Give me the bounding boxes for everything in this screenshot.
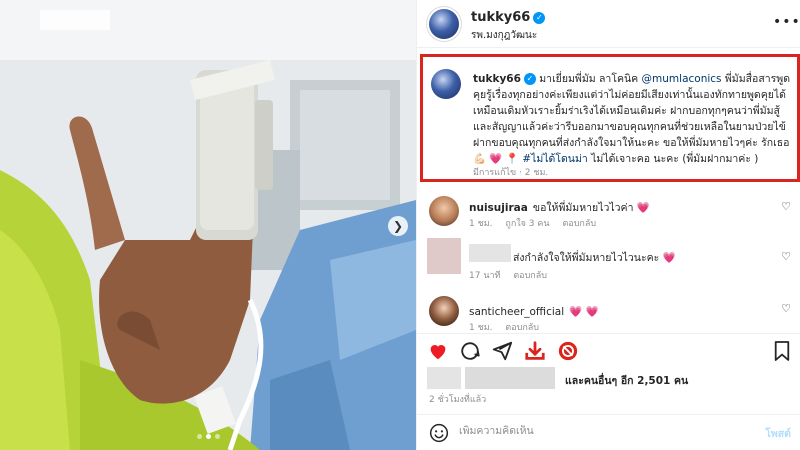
carousel-dot [214, 434, 220, 439]
comment-icon[interactable] [459, 340, 481, 362]
like-heart-icon[interactable] [427, 340, 449, 362]
comment-text: 💗 💗 [569, 306, 599, 318]
repost-icon[interactable] [557, 340, 579, 362]
caption-avatar[interactable] [431, 69, 461, 99]
download-icon[interactable] [523, 340, 547, 362]
verified-badge-icon: ✓ [523, 73, 536, 85]
liker-avatar-redacted [427, 367, 461, 389]
comment-item: ส่งกำลังใจให้พี่มัมหายไวไวนะคะ 💗 17 นาที… [417, 236, 800, 282]
caption-text-part2: พี่มัมสื่อสารพูดคุยรู้เรื่องทุกอย่างค่ะเ… [473, 73, 791, 165]
comment-like-icon[interactable]: ♡ [781, 302, 791, 315]
post-details-panel: tukky66 ✓ รพ.มงกุฎวัฒนะ ••• tukky66 ✓ มาเย… [416, 0, 800, 450]
add-comment-bar: โพสต์ [417, 414, 800, 450]
verified-badge-icon: ✓ [533, 12, 546, 24]
carousel-indicator [0, 434, 416, 439]
caption-text-part3: ไม่ได้เจาะคอ นะคะ (พี่มัมฝากมาค่ะ ) [591, 153, 759, 165]
caption-highlight-box: tukky66 ✓ มาเยี่ยมพี่มัม ลาโคนิค @mumlaco… [420, 54, 800, 182]
post-author-username[interactable]: tukky66 [471, 10, 530, 25]
caption-username[interactable]: tukky66 [473, 73, 521, 85]
comment-likes-count[interactable]: ถูกใจ 3 คน [505, 219, 549, 229]
caption-edited-label: มีการแก้ไข [473, 168, 517, 178]
share-icon[interactable] [491, 340, 513, 362]
liker-name-redacted [465, 367, 555, 389]
caption-meta: มีการแก้ไข · 2 ชม. [473, 168, 549, 178]
comment-username-redacted [469, 244, 511, 262]
comment-text: ส่งกำลังใจให้พี่มัมหายไวไวนะคะ 💗 [513, 252, 676, 264]
comment-reply-button[interactable]: ตอบกลับ [562, 219, 596, 229]
emoji-icon[interactable] [429, 423, 449, 443]
comment-text: ขอให้พี่มัมหายไวไวค่า 💗 [532, 202, 650, 214]
comment-avatar[interactable] [429, 296, 459, 326]
action-bar [417, 333, 800, 367]
post-timestamp: 2 ชั่วโมงที่แล้ว [429, 395, 487, 405]
comment-time: 1 ชม. [469, 323, 493, 333]
post-photo[interactable]: ❯ [0, 0, 416, 450]
comment-like-icon[interactable]: ♡ [781, 250, 791, 263]
post-comment-button[interactable]: โพสต์ [765, 425, 791, 442]
comment-username[interactable]: nuisujiraa [469, 202, 528, 214]
comment-item: nuisujiraa ขอให้พี่มัมหายไวไวค่า 💗 1 ชม.… [417, 192, 800, 236]
hospital-photo-illustration [0, 0, 416, 450]
carousel-dot [196, 434, 202, 439]
post-location[interactable]: รพ.มงกุฎวัฒนะ [471, 28, 537, 43]
avatar[interactable] [429, 9, 459, 39]
comment-time: 17 นาที [469, 271, 501, 281]
comment-avatar[interactable] [429, 196, 459, 226]
caption-time: 2 ชม. [524, 168, 549, 178]
caption-hashtag-link[interactable]: #ไม่ได้โดนม่า [522, 153, 588, 165]
bookmark-icon[interactable] [773, 340, 791, 362]
comment-item: santicheer_official 💗 💗 1 ชม. ตอบกลับ ♡ [417, 292, 800, 333]
likes-count[interactable]: และคนอื่นๆ อีก 2,501 คน [565, 372, 688, 389]
more-options-icon[interactable]: ••• [773, 14, 800, 30]
post-header: tukky66 ✓ รพ.มงกุฎวัฒนะ ••• [417, 0, 800, 48]
comment-time: 1 ชม. [469, 219, 493, 229]
comment-username[interactable]: santicheer_official [469, 306, 564, 318]
caption-text: tukky66 ✓ มาเยี่ยมพี่มัม ลาโคนิค @mumlaco… [473, 71, 793, 167]
caption-mention-link[interactable]: @mumlaconics [642, 73, 722, 85]
comment-reply-button[interactable]: ตอบกลับ [513, 271, 547, 281]
likes-summary: และคนอื่นๆ อีก 2,501 คน [417, 367, 800, 389]
comment-avatar-redacted [427, 238, 461, 274]
caption-text-part1: มาเยี่ยมพี่มัม ลาโคนิค [539, 73, 639, 85]
carousel-dot-active [205, 434, 211, 439]
add-comment-input[interactable] [459, 425, 729, 437]
comment-reply-button[interactable]: ตอบกลับ [505, 323, 539, 333]
comment-like-icon[interactable]: ♡ [781, 200, 791, 213]
carousel-next-icon[interactable]: ❯ [388, 216, 408, 236]
